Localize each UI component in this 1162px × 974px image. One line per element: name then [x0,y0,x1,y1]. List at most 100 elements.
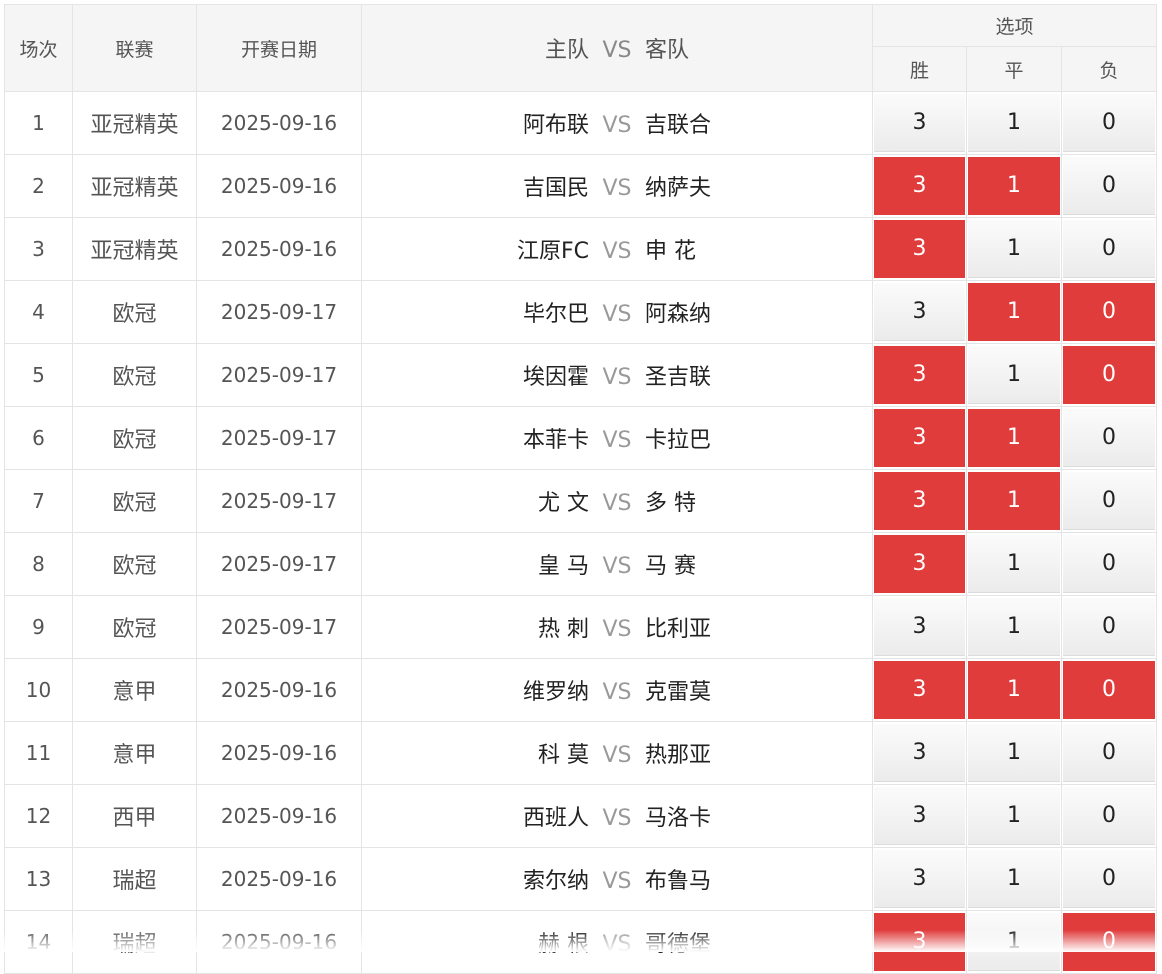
match-date: 2025-09-17 [196,469,362,533]
league-name: 欧冠 [72,343,197,407]
option-cell-lose: 0 [1061,280,1157,344]
option-draw-button[interactable]: 1 [968,157,1060,215]
table-header: 场次 联赛 开赛日期 主队 VS 客队 选项 胜 平 负 [4,4,1157,92]
match-row: 2 亚冠精英 2025-09-16 吉国民 VS 纳萨夫 3 1 0 [4,154,1157,218]
option-draw-button[interactable]: 1 [968,850,1060,908]
match-date: 2025-09-16 [196,91,362,155]
option-win-button[interactable]: 3 [874,346,965,404]
away-team: 布鲁马 [645,869,712,894]
option-lose-button[interactable]: 0 [1063,724,1155,782]
away-team: 多 特 [645,491,696,516]
option-lose-button[interactable]: 0 [1063,787,1155,845]
option-draw-button[interactable]: 1 [968,724,1060,782]
away-team: 阿森纳 [645,302,712,327]
away-team: 申 花 [645,239,696,264]
match-teams: 西班人 VS 马洛卡 [361,784,873,848]
league-name: 欧冠 [72,406,197,470]
match-date: 2025-09-16 [196,847,362,911]
option-cell-lose: 0 [1061,784,1157,848]
away-team: 热那亚 [645,743,712,768]
home-team: 科 莫 [538,743,589,768]
header-match: 主队 VS 客队 [361,4,873,92]
option-cell-draw: 1 [966,469,1062,533]
match-teams: 阿布联 VS 吉联合 [361,91,873,155]
option-cell-lose: 0 [1061,91,1157,155]
option-cell-win: 3 [872,469,967,533]
option-win-button[interactable]: 3 [874,283,965,341]
match-number: 11 [4,721,73,785]
option-lose-button[interactable]: 0 [1063,535,1155,593]
option-draw-button[interactable]: 1 [968,283,1060,341]
option-cell-lose: 0 [1061,469,1157,533]
league-name: 意甲 [72,658,197,722]
option-win-button[interactable]: 3 [874,409,965,467]
home-team: 西班人 [522,806,589,831]
option-win-button[interactable]: 3 [874,94,965,152]
header-home: 主队 [544,38,589,63]
header-away: 客队 [645,38,690,63]
match-teams: 热 刺 VS 比利亚 [361,595,873,659]
match-row: 5 欧冠 2025-09-17 埃因霍 VS 圣吉联 3 1 0 [4,343,1157,407]
vs-label: VS [602,869,632,894]
option-cell-lose: 0 [1061,406,1157,470]
option-draw-button[interactable]: 1 [968,535,1060,593]
vs-label: VS [602,554,632,579]
option-lose-button[interactable]: 0 [1063,598,1155,656]
match-teams: 江原FC VS 申 花 [361,217,873,281]
match-table-container: 场次 联赛 开赛日期 主队 VS 客队 选项 胜 平 负 1 亚冠精英 2025-09-… [4,4,1157,974]
header-vs: VS [602,38,632,63]
away-team: 马 赛 [645,554,696,579]
league-name: 亚冠精英 [72,217,197,281]
match-teams: 索尔纳 VS 布鲁马 [361,847,873,911]
option-draw-button[interactable]: 1 [968,661,1060,719]
option-lose-button[interactable]: 0 [1063,157,1155,215]
option-draw-button[interactable]: 1 [968,220,1060,278]
option-win-button[interactable]: 3 [874,220,965,278]
option-draw-button[interactable]: 1 [968,346,1060,404]
option-cell-lose: 0 [1061,721,1157,785]
option-win-button[interactable]: 3 [874,535,965,593]
option-draw-button[interactable]: 1 [968,472,1060,530]
option-win-button[interactable]: 3 [874,661,965,719]
vs-label: VS [602,239,632,264]
option-draw-button[interactable]: 1 [968,409,1060,467]
option-lose-button[interactable]: 0 [1063,220,1155,278]
option-lose-button[interactable]: 0 [1063,850,1155,908]
option-lose-button[interactable]: 0 [1063,283,1155,341]
match-date: 2025-09-16 [196,217,362,281]
match-number: 6 [4,406,73,470]
match-row: 12 西甲 2025-09-16 西班人 VS 马洛卡 3 1 0 [4,784,1157,848]
vs-label: VS [602,806,632,831]
option-win-button[interactable]: 3 [874,724,965,782]
option-win-button[interactable]: 3 [874,598,965,656]
option-cell-win: 3 [872,91,967,155]
option-win-button[interactable]: 3 [874,157,965,215]
header-options: 选项 [872,4,1157,47]
match-number: 9 [4,595,73,659]
header-opt-win: 胜 [872,46,967,92]
option-cell-win: 3 [872,532,967,596]
option-lose-button[interactable]: 0 [1063,94,1155,152]
option-win-button[interactable]: 3 [874,787,965,845]
option-lose-button[interactable]: 0 [1063,409,1155,467]
match-number: 13 [4,847,73,911]
option-lose-button[interactable]: 0 [1063,472,1155,530]
option-draw-button[interactable]: 1 [968,787,1060,845]
match-date: 2025-09-16 [196,154,362,218]
option-cell-lose: 0 [1061,343,1157,407]
option-draw-button[interactable]: 1 [968,598,1060,656]
match-date: 2025-09-17 [196,280,362,344]
away-team: 纳萨夫 [645,176,712,201]
match-date: 2025-09-16 [196,658,362,722]
option-draw-button[interactable]: 1 [968,94,1060,152]
away-team: 吉联合 [645,113,712,138]
option-win-button[interactable]: 3 [874,472,965,530]
match-teams: 尤 文 VS 多 特 [361,469,873,533]
option-win-button[interactable]: 3 [874,850,965,908]
bottom-fade [0,930,1162,952]
option-lose-button[interactable]: 0 [1063,661,1155,719]
option-lose-button[interactable]: 0 [1063,346,1155,404]
header-opt-lose: 负 [1061,46,1157,92]
option-cell-draw: 1 [966,658,1062,722]
league-name: 欧冠 [72,595,197,659]
